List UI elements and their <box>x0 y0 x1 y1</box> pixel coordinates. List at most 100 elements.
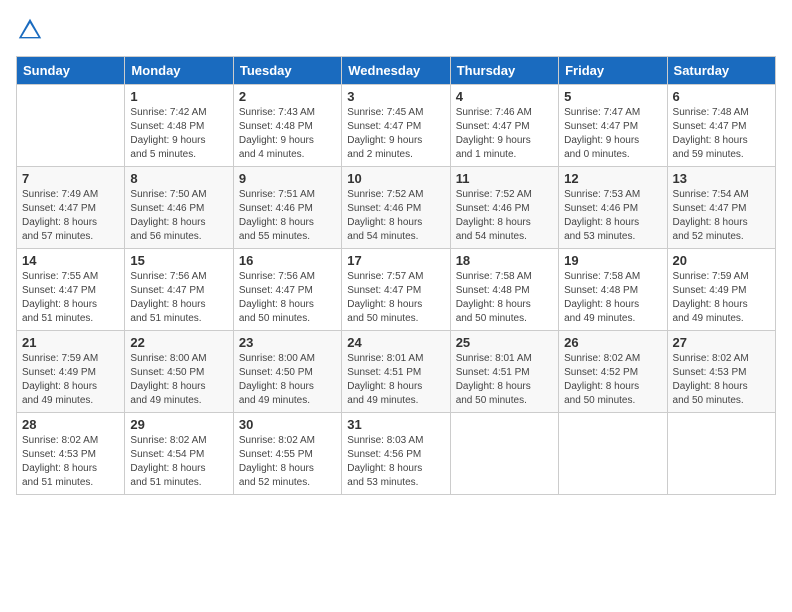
day-info: Sunrise: 7:57 AM Sunset: 4:47 PM Dayligh… <box>347 270 444 326</box>
day-info: Sunrise: 7:45 AM Sunset: 4:47 PM Dayligh… <box>347 106 444 162</box>
calendar-week-row: 14 Sunrise: 7:55 AM Sunset: 4:47 PM Dayli… <box>17 249 776 331</box>
day-info: Sunrise: 7:54 AM Sunset: 4:47 PM Dayligh… <box>673 188 770 244</box>
day-header-wednesday: Wednesday <box>342 57 450 85</box>
day-number: 17 <box>347 253 444 268</box>
day-number: 30 <box>239 417 336 432</box>
day-number: 1 <box>130 89 227 104</box>
calendar-cell: 31 Sunrise: 8:03 AM Sunset: 4:56 PM Dayli… <box>342 413 450 495</box>
calendar-cell: 29 Sunrise: 8:02 AM Sunset: 4:54 PM Dayli… <box>125 413 233 495</box>
day-info: Sunrise: 7:47 AM Sunset: 4:47 PM Dayligh… <box>564 106 661 162</box>
calendar-cell: 15Sunrise: 7:56 AM Sunset: 4:47 PM Dayli… <box>125 249 233 331</box>
calendar-cell: 25Sunrise: 8:01 AM Sunset: 4:51 PM Dayli… <box>450 331 558 413</box>
page-header <box>16 16 776 44</box>
day-number: 24 <box>347 335 444 350</box>
calendar-cell: 10 Sunrise: 7:52 AM Sunset: 4:46 PM Dayli… <box>342 167 450 249</box>
calendar-cell: 14 Sunrise: 7:55 AM Sunset: 4:47 PM Dayli… <box>17 249 125 331</box>
calendar-cell: 26 Sunrise: 8:02 AM Sunset: 4:52 PM Dayli… <box>559 331 667 413</box>
calendar-cell: 30 Sunrise: 8:02 AM Sunset: 4:55 PM Dayli… <box>233 413 341 495</box>
day-info: Sunrise: 7:55 AM Sunset: 4:47 PM Dayligh… <box>22 270 119 326</box>
day-info: Sunrise: 7:59 AM Sunset: 4:49 PM Dayligh… <box>673 270 770 326</box>
day-number: 8 <box>130 171 227 186</box>
calendar-cell: 5 Sunrise: 7:47 AM Sunset: 4:47 PM Daylig… <box>559 85 667 167</box>
day-number: 2 <box>239 89 336 104</box>
calendar-cell: 18 Sunrise: 7:58 AM Sunset: 4:48 PM Dayli… <box>450 249 558 331</box>
calendar-cell: 20 Sunrise: 7:59 AM Sunset: 4:49 PM Dayli… <box>667 249 775 331</box>
day-info: Sunrise: 8:01 AM Sunset: 4:51 PM Dayligh… <box>456 352 553 408</box>
day-number: 31 <box>347 417 444 432</box>
day-number: 13 <box>673 171 770 186</box>
day-info: Sunrise: 8:02 AM Sunset: 4:55 PM Dayligh… <box>239 434 336 490</box>
calendar-week-row: 21Sunrise: 7:59 AM Sunset: 4:49 PM Dayli… <box>17 331 776 413</box>
day-info: Sunrise: 7:43 AM Sunset: 4:48 PM Dayligh… <box>239 106 336 162</box>
calendar: SundayMondayTuesdayWednesdayThursdayFrid… <box>16 56 776 495</box>
day-number: 26 <box>564 335 661 350</box>
calendar-cell: 1 Sunrise: 7:42 AM Sunset: 4:48 PM Daylig… <box>125 85 233 167</box>
calendar-cell <box>17 85 125 167</box>
day-info: Sunrise: 8:03 AM Sunset: 4:56 PM Dayligh… <box>347 434 444 490</box>
calendar-cell: 24 Sunrise: 8:01 AM Sunset: 4:51 PM Dayli… <box>342 331 450 413</box>
day-info: Sunrise: 7:51 AM Sunset: 4:46 PM Dayligh… <box>239 188 336 244</box>
day-number: 16 <box>239 253 336 268</box>
day-info: Sunrise: 7:52 AM Sunset: 4:46 PM Dayligh… <box>347 188 444 244</box>
calendar-cell: 9Sunrise: 7:51 AM Sunset: 4:46 PM Daylig… <box>233 167 341 249</box>
day-number: 21 <box>22 335 119 350</box>
day-number: 22 <box>130 335 227 350</box>
day-header-monday: Monday <box>125 57 233 85</box>
day-info: Sunrise: 8:00 AM Sunset: 4:50 PM Dayligh… <box>239 352 336 408</box>
day-info: Sunrise: 8:02 AM Sunset: 4:52 PM Dayligh… <box>564 352 661 408</box>
calendar-cell: 4 Sunrise: 7:46 AM Sunset: 4:47 PM Daylig… <box>450 85 558 167</box>
day-info: Sunrise: 7:58 AM Sunset: 4:48 PM Dayligh… <box>456 270 553 326</box>
day-number: 18 <box>456 253 553 268</box>
day-info: Sunrise: 7:52 AM Sunset: 4:46 PM Dayligh… <box>456 188 553 244</box>
day-info: Sunrise: 7:48 AM Sunset: 4:47 PM Dayligh… <box>673 106 770 162</box>
day-info: Sunrise: 7:46 AM Sunset: 4:47 PM Dayligh… <box>456 106 553 162</box>
day-number: 23 <box>239 335 336 350</box>
calendar-cell: 3 Sunrise: 7:45 AM Sunset: 4:47 PM Daylig… <box>342 85 450 167</box>
calendar-cell: 7Sunrise: 7:49 AM Sunset: 4:47 PM Daylig… <box>17 167 125 249</box>
calendar-cell: 17 Sunrise: 7:57 AM Sunset: 4:47 PM Dayli… <box>342 249 450 331</box>
day-info: Sunrise: 7:56 AM Sunset: 4:47 PM Dayligh… <box>239 270 336 326</box>
day-info: Sunrise: 7:49 AM Sunset: 4:47 PM Dayligh… <box>22 188 119 244</box>
day-info: Sunrise: 8:02 AM Sunset: 4:53 PM Dayligh… <box>22 434 119 490</box>
day-header-friday: Friday <box>559 57 667 85</box>
calendar-cell <box>667 413 775 495</box>
calendar-cell: 6 Sunrise: 7:48 AM Sunset: 4:47 PM Daylig… <box>667 85 775 167</box>
calendar-cell: 27Sunrise: 8:02 AM Sunset: 4:53 PM Dayli… <box>667 331 775 413</box>
day-number: 14 <box>22 253 119 268</box>
day-header-saturday: Saturday <box>667 57 775 85</box>
day-info: Sunrise: 7:58 AM Sunset: 4:48 PM Dayligh… <box>564 270 661 326</box>
day-info: Sunrise: 8:01 AM Sunset: 4:51 PM Dayligh… <box>347 352 444 408</box>
day-number: 28 <box>22 417 119 432</box>
day-number: 4 <box>456 89 553 104</box>
logo <box>16 16 48 44</box>
day-info: Sunrise: 7:50 AM Sunset: 4:46 PM Dayligh… <box>130 188 227 244</box>
calendar-cell: 22 Sunrise: 8:00 AM Sunset: 4:50 PM Dayli… <box>125 331 233 413</box>
day-info: Sunrise: 7:42 AM Sunset: 4:48 PM Dayligh… <box>130 106 227 162</box>
calendar-cell: 11 Sunrise: 7:52 AM Sunset: 4:46 PM Dayli… <box>450 167 558 249</box>
calendar-cell: 16 Sunrise: 7:56 AM Sunset: 4:47 PM Dayli… <box>233 249 341 331</box>
calendar-header-row: SundayMondayTuesdayWednesdayThursdayFrid… <box>17 57 776 85</box>
day-number: 10 <box>347 171 444 186</box>
day-header-sunday: Sunday <box>17 57 125 85</box>
calendar-cell <box>450 413 558 495</box>
calendar-cell: 28 Sunrise: 8:02 AM Sunset: 4:53 PM Dayli… <box>17 413 125 495</box>
day-number: 11 <box>456 171 553 186</box>
day-number: 5 <box>564 89 661 104</box>
day-number: 29 <box>130 417 227 432</box>
calendar-cell: 21Sunrise: 7:59 AM Sunset: 4:49 PM Dayli… <box>17 331 125 413</box>
calendar-cell: 12Sunrise: 7:53 AM Sunset: 4:46 PM Dayli… <box>559 167 667 249</box>
calendar-cell <box>559 413 667 495</box>
calendar-week-row: 7Sunrise: 7:49 AM Sunset: 4:47 PM Daylig… <box>17 167 776 249</box>
day-number: 6 <box>673 89 770 104</box>
day-info: Sunrise: 8:02 AM Sunset: 4:54 PM Dayligh… <box>130 434 227 490</box>
day-number: 20 <box>673 253 770 268</box>
day-number: 19 <box>564 253 661 268</box>
day-header-tuesday: Tuesday <box>233 57 341 85</box>
calendar-cell: 13 Sunrise: 7:54 AM Sunset: 4:47 PM Dayli… <box>667 167 775 249</box>
day-info: Sunrise: 7:56 AM Sunset: 4:47 PM Dayligh… <box>130 270 227 326</box>
logo-icon <box>16 16 44 44</box>
day-header-thursday: Thursday <box>450 57 558 85</box>
calendar-cell: 19 Sunrise: 7:58 AM Sunset: 4:48 PM Dayli… <box>559 249 667 331</box>
day-number: 3 <box>347 89 444 104</box>
day-info: Sunrise: 8:00 AM Sunset: 4:50 PM Dayligh… <box>130 352 227 408</box>
